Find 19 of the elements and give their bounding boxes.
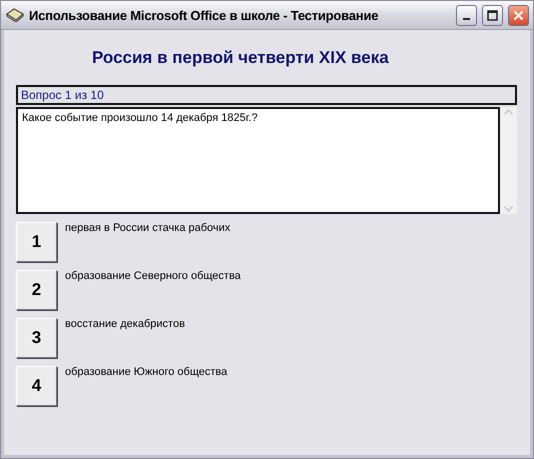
maximize-button[interactable] [482, 4, 503, 26]
maximize-icon [487, 10, 498, 20]
question-counter: Вопрос 1 из 10 [16, 85, 517, 105]
answer-number-button[interactable]: 1 [16, 222, 57, 262]
close-button[interactable] [508, 4, 529, 26]
answer-text: первая в России стачка рабочих [65, 222, 230, 234]
book-icon [6, 8, 24, 22]
answer-text: образование Южного общества [65, 366, 228, 378]
test-heading: Россия в первой четверти XIX века [92, 48, 390, 68]
minimize-button[interactable] [456, 4, 477, 26]
close-icon [513, 10, 524, 20]
answer-text: восстание декабристов [65, 318, 185, 330]
answer-number-button[interactable]: 4 [16, 366, 57, 406]
answer-number-button[interactable]: 2 [16, 270, 57, 310]
minimize-icon [463, 18, 470, 20]
answer-text: образование Северного общества [65, 270, 241, 282]
question-text: Какое событие произошло 14 декабря 1825г.? [16, 107, 500, 214]
window-title: Использование Microsoft Office в школе - Тестирование [29, 8, 380, 22]
answer-number-button[interactable]: 3 [16, 318, 57, 358]
